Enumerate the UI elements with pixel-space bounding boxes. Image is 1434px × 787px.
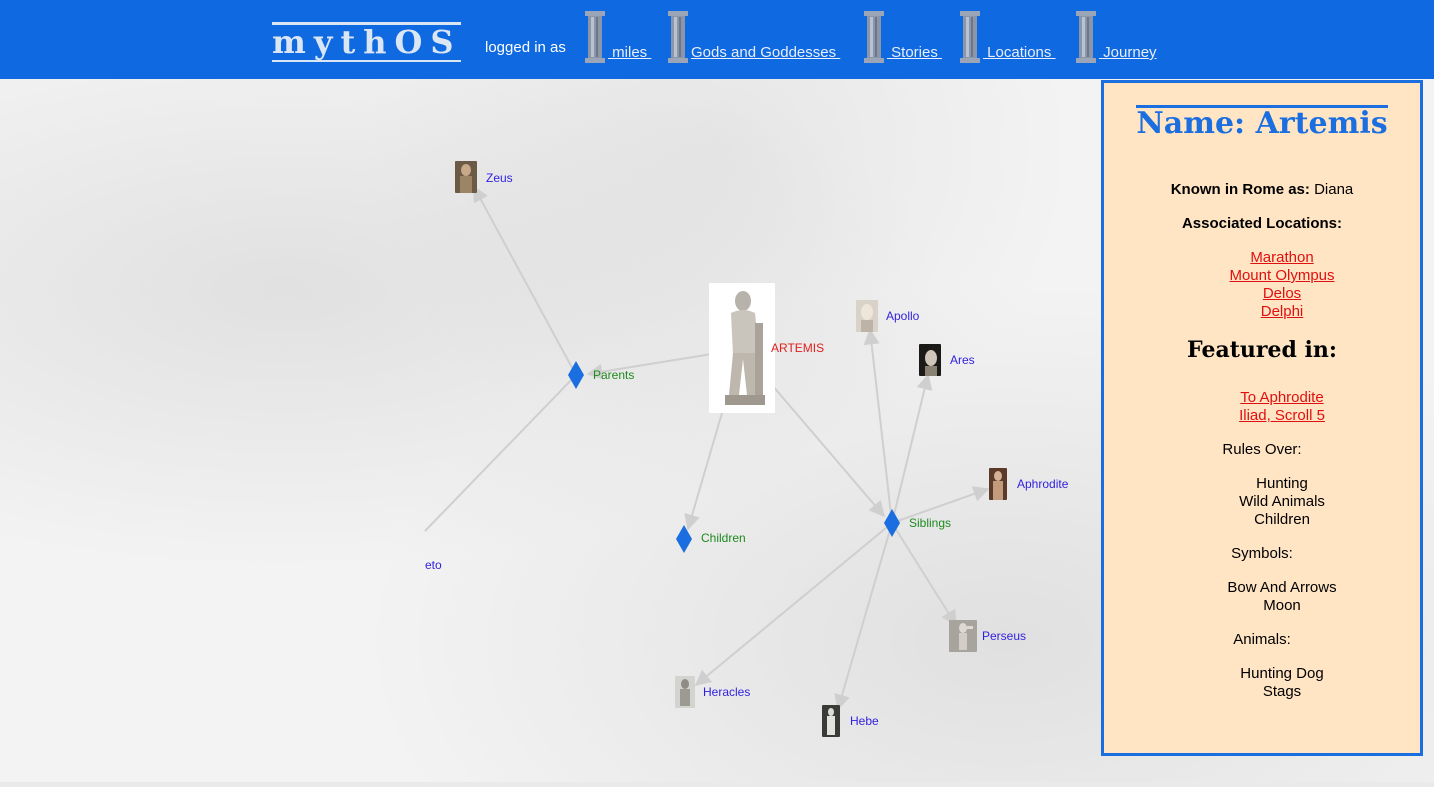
zeus-image[interactable] [455,161,477,193]
featured-label: Featured in: [1187,337,1337,363]
login-status: logged in as [485,39,566,56]
symbols-item: Bow And Arrows [1227,579,1337,596]
panel-title: Name: Artemis [1104,105,1420,141]
edge-artemis-children [684,412,723,531]
rules-item: Children [1254,511,1310,528]
siblings-hub[interactable] [884,509,900,537]
column-icon [959,11,981,63]
nav-item-journey[interactable]: Journey [1075,3,1157,63]
column-icon [1075,11,1097,63]
god-info-panel: Name: Artemis Known in Rome as: Diana As… [1101,80,1423,756]
leto-label[interactable]: eto [425,558,442,572]
children-hub[interactable] [676,525,692,553]
artemis-statue-image[interactable] [709,283,775,413]
nav-item-locations[interactable]: Locations [959,3,1056,63]
nav-link-stories[interactable]: Stories [887,44,942,62]
siblings-hub-label: Siblings [909,516,952,530]
rome-name-row: Known in Rome as: Diana [1104,181,1420,199]
rules-list: Hunting Wild Animals Children [1124,475,1434,529]
ares-image[interactable] [919,344,941,376]
heracles-label[interactable]: Heracles [703,685,750,699]
nav-link-journey[interactable]: Journey [1099,44,1156,62]
location-link[interactable]: Delos [1124,285,1434,303]
locations-list: Marathon Mount Olympus Delos Delphi [1124,249,1434,321]
location-link[interactable]: Delphi [1124,303,1434,321]
nav-item-miles[interactable]: miles [584,3,651,63]
aphrodite-image[interactable] [989,468,1007,500]
story-link[interactable]: To Aphrodite [1124,389,1434,407]
nav-link-locations[interactable]: Locations [983,44,1056,62]
animals-item: Stags [1262,683,1302,700]
apollo-image[interactable] [856,300,878,332]
center-node-label: ARTEMIS [771,341,825,355]
symbols-item: Moon [1263,597,1301,614]
edge-siblings-hebe [834,522,893,711]
column-icon [863,11,885,63]
page-footer-strip [0,782,1434,787]
zeus-label[interactable]: Zeus [486,171,513,185]
animals-label: Animals: [1233,631,1291,648]
edge-siblings-heracles [694,522,893,687]
locations-label: Associated Locations: [1181,215,1343,232]
edge-parents-leto [424,374,577,532]
perseus-image[interactable] [949,620,977,652]
heracles-image[interactable] [675,676,695,708]
nav-link-gods-and-goddesses[interactable]: Gods and Goddesses [691,44,840,62]
parents-hub[interactable] [568,361,584,389]
column-icon [584,11,606,63]
hebe-image[interactable] [822,705,840,737]
children-hub-label: Children [701,531,746,545]
rules-label: Rules Over: [1222,441,1302,458]
aphrodite-label[interactable]: Aphrodite [1017,477,1068,491]
perseus-label[interactable]: Perseus [982,629,1026,643]
rules-item: Wild Animals [1239,493,1325,510]
rules-item: Hunting [1256,475,1308,492]
hebe-label[interactable]: Hebe [850,714,879,728]
rome-name-label: Known in Rome as: [1170,181,1310,198]
parents-hub-label: Parents [593,368,635,382]
story-link[interactable]: Iliad, Scroll 5 [1124,407,1434,425]
animals-item: Hunting Dog [1240,665,1324,682]
top-nav-bar: mythOS logged in as miles Gods and Godde… [0,0,1434,79]
column-icon [667,11,689,63]
nav-item-gods[interactable]: Gods and Goddesses [667,3,840,63]
nav-link-miles[interactable]: miles [608,44,651,62]
apollo-label[interactable]: Apollo [886,309,919,323]
symbols-list: Bow And Arrows Moon [1124,579,1434,615]
location-link[interactable]: Mount Olympus [1124,267,1434,285]
rome-name-value: Diana [1309,181,1354,198]
edge-artemis-siblings [771,384,886,518]
symbols-label: Symbols: [1231,545,1293,562]
ares-label[interactable]: Ares [950,353,975,367]
edge-siblings-ares [891,373,933,524]
edge-siblings-perseus [891,522,957,627]
location-link[interactable]: Marathon [1124,249,1434,267]
animals-list: Hunting Dog Stags [1124,665,1434,701]
edge-siblings-apollo [863,328,893,524]
panel-title-text: Name: Artemis [1136,105,1388,141]
site-logo[interactable]: mythOS [272,22,462,62]
edge-parents-zeus [473,185,577,376]
featured-list: To Aphrodite Iliad, Scroll 5 [1124,389,1434,425]
nav-item-stories[interactable]: Stories [863,3,942,63]
